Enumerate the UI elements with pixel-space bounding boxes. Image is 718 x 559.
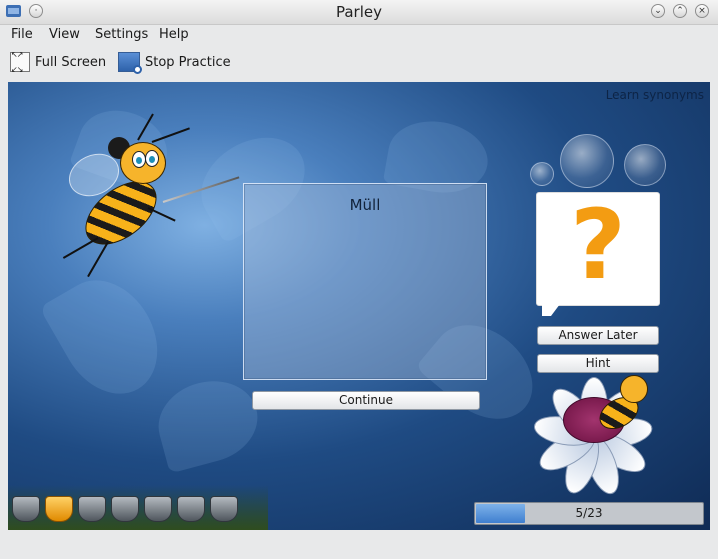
score-pot <box>210 496 238 522</box>
close-icon[interactable]: × <box>695 4 709 18</box>
bee-eye <box>132 151 146 168</box>
progress-bar: 5/23 <box>474 502 704 525</box>
pointer-stick <box>162 176 240 203</box>
menu-file[interactable]: File <box>11 27 33 42</box>
stop-practice-label: Stop Practice <box>145 54 231 70</box>
question-panel: Müll <box>243 183 487 380</box>
score-pot <box>12 496 40 522</box>
menu-bar: File View Settings Help <box>0 25 718 45</box>
continue-button[interactable]: Continue <box>252 391 480 410</box>
answer-speech-bubble: ? <box>536 189 660 306</box>
teacher-bee-mascot <box>28 113 248 278</box>
progress-text: 5/23 <box>575 506 603 520</box>
menu-settings[interactable]: Settings <box>95 27 148 42</box>
title-bar: · Parley ⌄ ⌃ × <box>0 0 718 25</box>
full-screen-button[interactable]: Full Screen <box>10 50 107 74</box>
score-pot <box>78 496 106 522</box>
menu-help[interactable]: Help <box>159 27 189 42</box>
bee-arm <box>147 207 176 222</box>
menu-view[interactable]: View <box>49 27 80 42</box>
score-pot <box>144 496 172 522</box>
full-screen-label: Full Screen <box>35 54 107 70</box>
speech-bubble-tail <box>542 304 560 316</box>
toolbar: Full Screen Stop Practice <box>0 47 718 77</box>
background-leaf <box>149 370 267 474</box>
flower-with-bee <box>508 367 678 502</box>
bee-eye <box>145 150 159 167</box>
decor-bubble <box>560 134 614 188</box>
decor-bubble <box>624 144 666 186</box>
window-title: Parley <box>335 3 382 21</box>
small-bee-head <box>620 375 648 403</box>
bee-leg <box>87 241 109 278</box>
score-pot <box>177 496 205 522</box>
minimize-icon[interactable]: ⌄ <box>651 4 665 18</box>
maximize-icon[interactable]: ⌃ <box>673 4 687 18</box>
stop-practice-icon <box>118 52 142 74</box>
bee-leg <box>62 237 99 259</box>
practice-area: Learn synonyms Müll Continue ? Answer La… <box>8 82 710 530</box>
score-pot-filled <box>45 496 73 522</box>
bee-antenna <box>151 127 190 143</box>
stop-practice-button[interactable]: Stop Practice <box>118 51 231 74</box>
question-text: Müll <box>349 196 381 214</box>
score-pot <box>111 496 139 522</box>
full-screen-icon <box>10 50 30 74</box>
bee-antenna <box>137 113 154 141</box>
practice-mode-label: Learn synonyms <box>605 88 704 102</box>
answer-later-button[interactable]: Answer Later <box>537 326 659 345</box>
question-mark-icon: ? <box>570 189 626 301</box>
decor-bubble <box>530 162 554 186</box>
background-leaf <box>39 262 177 412</box>
